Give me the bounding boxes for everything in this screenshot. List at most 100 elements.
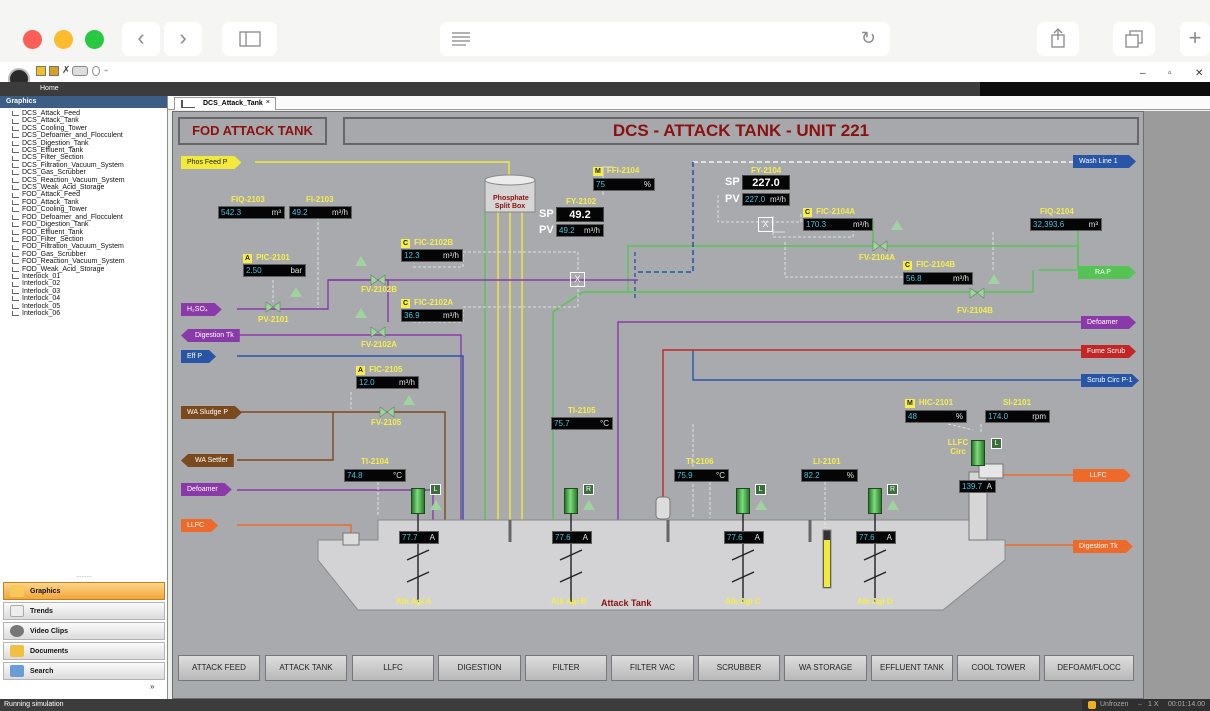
agitator-b-motor[interactable] <box>564 488 578 514</box>
ffi2104-display[interactable]: 75% <box>593 178 655 191</box>
si2101-display[interactable]: 174.0 rpm <box>985 410 1050 423</box>
close-window-button[interactable] <box>23 30 42 49</box>
freeze-status[interactable]: Unfrozen <box>1100 701 1128 708</box>
ti2106-display[interactable]: 75.9 °C <box>674 469 729 482</box>
fic2104b-display[interactable]: 56.8 m³/h <box>903 272 973 285</box>
agitator-c-motor[interactable] <box>736 488 750 514</box>
agitator-d-mode[interactable]: R <box>887 484 898 495</box>
nav-button-digestion[interactable]: DIGESTION <box>438 655 521 681</box>
stream-llfc-out[interactable]: LLFC <box>1073 469 1131 482</box>
tree-item[interactable]: Interlock_03 <box>12 288 167 295</box>
nav-button-scrubber[interactable]: SCRUBBER <box>698 655 780 681</box>
tree-item[interactable]: FOD_Weak_Acid_Storage <box>12 266 167 273</box>
llfc-pump-mode[interactable]: L <box>991 438 1002 449</box>
llfc-pump-motor[interactable] <box>971 440 985 466</box>
ti2104-display[interactable]: 74.8 °C <box>344 469 406 482</box>
tree-item[interactable]: FOD_Filter_Section <box>12 236 167 243</box>
run-icon[interactable]: ✗ <box>62 65 70 76</box>
dropdown-icon[interactable] <box>92 66 100 76</box>
stream-phos-feed[interactable]: Phos Feed P <box>181 156 241 169</box>
nav-button-attack-feed[interactable]: ATTACK FEED <box>178 655 260 681</box>
stream-llfc-in[interactable]: LLFC <box>181 519 218 532</box>
fy2104-pv-display[interactable]: 227.0 m³/h <box>742 193 790 206</box>
expand-icon[interactable]: » <box>150 682 154 691</box>
fiq2103-display[interactable]: 542.3 m³ <box>218 206 285 219</box>
agitator-a-motor[interactable] <box>411 488 425 514</box>
stream-h2so4[interactable]: H₂SO₄ <box>181 303 222 316</box>
nav-graphics[interactable]: Graphics <box>3 582 165 600</box>
nav-button-llfc[interactable]: LLFC <box>352 655 434 681</box>
fiq2104-display[interactable]: 32,393.6 m³ <box>1030 218 1102 231</box>
tree-item[interactable]: DCS_Cooling_Tower <box>12 125 167 132</box>
stream-eff-p[interactable]: Eff P <box>181 350 216 363</box>
customize-icon[interactable]: ₌ <box>104 65 108 74</box>
sim-speed[interactable]: 1 X <box>1148 701 1159 708</box>
tree-item[interactable]: FOD_Effluent_Tank <box>12 229 167 236</box>
open-icon[interactable] <box>49 66 59 76</box>
tree-item[interactable]: FOD_Digestion_Tank <box>12 221 167 228</box>
nav-button-filter-vac[interactable]: FILTER VAC <box>611 655 694 681</box>
fic2104a-display[interactable]: 170.3 m³/h <box>803 218 873 231</box>
home-tab[interactable]: Home <box>40 85 59 92</box>
tree-item[interactable]: DCS_Digestion_Tank <box>12 140 167 147</box>
tree-item[interactable]: DCS_Filter_Section <box>12 154 167 161</box>
agitator-b-mode[interactable]: R <box>583 484 594 495</box>
tree-item[interactable]: FOD_Defoamer_and_Flocculent <box>12 214 167 221</box>
hic2101-display[interactable]: 48% <box>905 410 967 423</box>
agitator-d-motor[interactable] <box>868 488 882 514</box>
fic2102b-display[interactable]: 12.3 m³/h <box>401 249 463 262</box>
minimize-icon[interactable]: – <box>1140 68 1146 79</box>
tools-icon[interactable] <box>72 66 88 76</box>
nav-button-cool-tower[interactable]: COOL TOWER <box>957 655 1040 681</box>
agitator-a-amps[interactable]: 77.7 A <box>399 531 439 544</box>
stream-defoamer-out[interactable]: Defoamer <box>1081 316 1136 329</box>
tree-item[interactable]: Interlock_02 <box>12 280 167 287</box>
tree-item[interactable]: Interlock_01 <box>12 273 167 280</box>
stream-digestion-in[interactable]: Digestion Tk <box>181 329 240 342</box>
fy2102-sp-value[interactable]: 49.2 <box>556 207 604 222</box>
tree-item[interactable]: Interlock_04 <box>12 295 167 302</box>
tree-item[interactable]: Interlock_06 <box>12 310 167 317</box>
agitator-d-amps[interactable]: 77.6 A <box>856 531 896 544</box>
agitator-a-mode[interactable]: L <box>430 484 441 495</box>
pic2101-display[interactable]: 2.50 bar <box>243 264 306 277</box>
agitator-c-mode[interactable]: L <box>755 484 766 495</box>
nav-button-effluent-tank[interactable]: EFFLUENT TANK <box>871 655 953 681</box>
close-icon[interactable]: ✕ <box>1195 68 1203 79</box>
stream-wa-sludge[interactable]: WA Sludge P <box>181 406 242 419</box>
nav-documents[interactable]: Documents <box>3 642 165 660</box>
fy2104-sp-value[interactable]: 227.0 <box>742 175 790 190</box>
share-button[interactable] <box>1037 22 1079 56</box>
tab-dcs-attack-tank[interactable]: DCS_Attack_Tank × <box>174 97 276 110</box>
sidebar-toggle-button[interactable] <box>222 22 277 56</box>
ti2105-display[interactable]: 75.7 °C <box>551 417 613 430</box>
tree-item[interactable]: DCS_Reaction_Vacuum_System <box>12 177 167 184</box>
stream-fume-scrub[interactable]: Fume Scrub <box>1081 345 1136 358</box>
tree-item[interactable]: FOD_Filtration_Vacuum_System <box>12 243 167 250</box>
forward-button[interactable]: › <box>164 22 202 56</box>
li2101-display[interactable]: 82.2% <box>801 469 858 482</box>
stream-wash-line[interactable]: Wash Line 1 <box>1073 155 1136 168</box>
nav-button-filter[interactable]: FILTER <box>525 655 607 681</box>
nav-trends[interactable]: Trends <box>3 602 165 620</box>
tree-item[interactable]: DCS_Effluent_Tank <box>12 147 167 154</box>
stream-wa-settler[interactable]: WA Settler <box>181 454 234 467</box>
nav-button-wa-storage[interactable]: WA STORAGE <box>784 655 867 681</box>
fic2102a-display[interactable]: 36.9 m³/h <box>401 309 463 322</box>
tree-item[interactable]: FOD_Gas_Scrubber <box>12 251 167 258</box>
tree-item[interactable]: DCS_Filtration_Vacuum_System <box>12 162 167 169</box>
tree-item[interactable]: FOD_Attack_Tank <box>12 199 167 206</box>
tree-item[interactable]: DCS_Weak_Acid_Storage <box>12 184 167 191</box>
fy2102-pv-display[interactable]: 49.2 m³/h <box>556 224 604 237</box>
tree-item[interactable]: FOD_Reaction_Vacuum_System <box>12 258 167 265</box>
tabs-overview-button[interactable] <box>1113 22 1155 56</box>
tree-item[interactable]: DCS_Attack_Feed <box>12 110 167 117</box>
stream-defoamer-in[interactable]: Defoamer <box>181 483 232 496</box>
tree-item[interactable]: FOD_Attack_Feed <box>12 191 167 198</box>
llfc-pump-amps[interactable]: 139.7 A <box>959 480 996 493</box>
stream-digestion-out[interactable]: Digestion Tk <box>1073 540 1133 553</box>
tree-item[interactable]: DCS_Defoamer_and_Flocculent <box>12 132 167 139</box>
zoom-window-button[interactable] <box>85 30 104 49</box>
tree-item[interactable]: FOD_Cooling_Tower <box>12 206 167 213</box>
nav-button-attack-tank[interactable]: ATTACK TANK <box>265 655 347 681</box>
